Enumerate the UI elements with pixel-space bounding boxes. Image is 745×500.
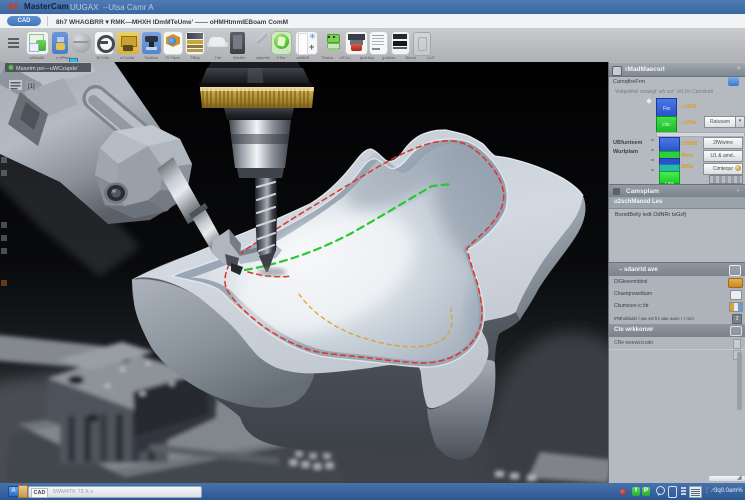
svg-text:[1]: [1]	[28, 84, 35, 90]
svg-text:Masetm pei—uWCzapde’: Masetm pei—uWCzapde’	[16, 66, 78, 72]
